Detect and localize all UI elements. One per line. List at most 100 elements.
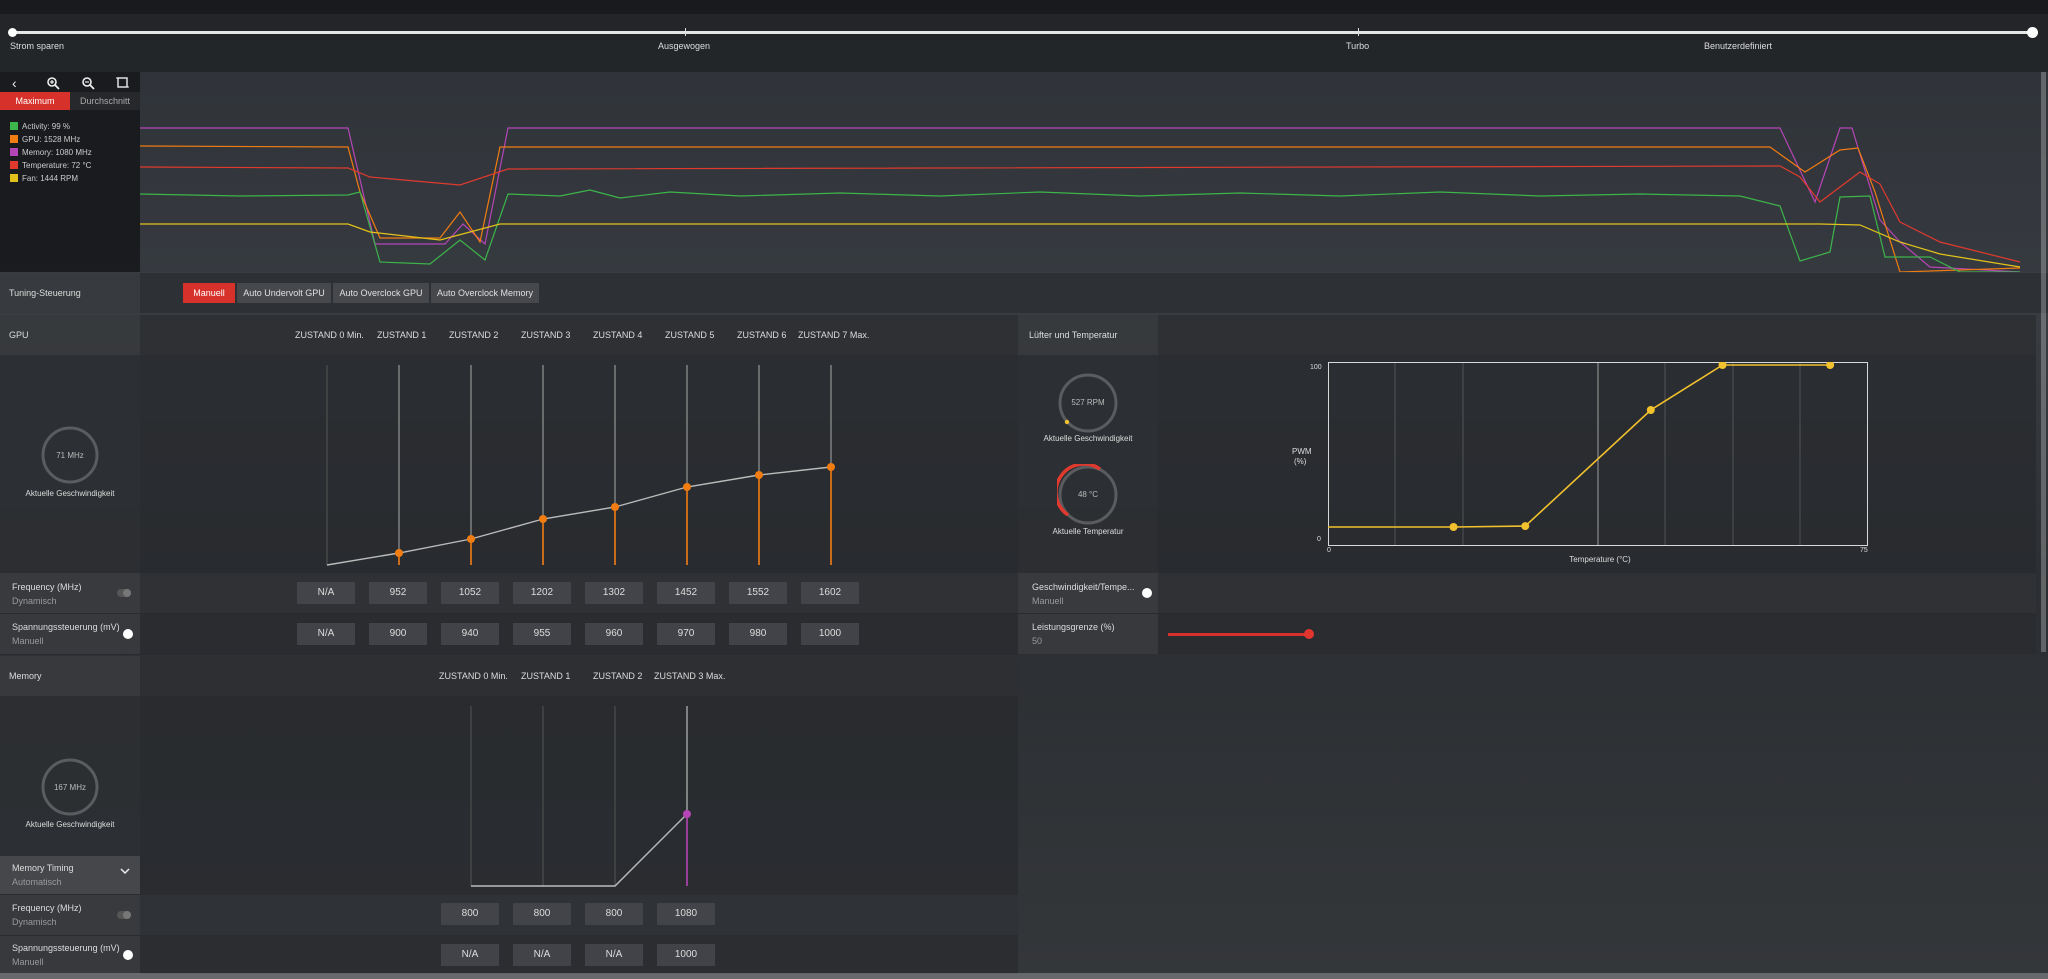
tab-maximum[interactable]: Maximum: [0, 92, 70, 110]
checkbox-icon[interactable]: [10, 174, 18, 182]
gpu-frequency-value-5[interactable]: 1452: [657, 582, 715, 604]
checkbox-icon[interactable]: [10, 161, 18, 169]
gpu-frequency-value-4[interactable]: 1302: [585, 582, 643, 604]
fan-header-row: [1158, 315, 2036, 355]
legend-label: Fan: 1444 RPM: [22, 174, 79, 183]
memory-state-curve[interactable]: [140, 696, 880, 896]
fan-speed-value: 527 RPM: [1071, 398, 1105, 407]
power-limit-slider-track[interactable]: [1168, 633, 1308, 636]
power-limit-label: Leistungsgrenze (%): [1032, 622, 1115, 632]
legend-activity[interactable]: Activity: 99 %: [10, 122, 70, 131]
chevron-down-icon[interactable]: [120, 867, 130, 878]
gpu-state-curve[interactable]: [140, 355, 880, 573]
profile-slider-track[interactable]: [12, 31, 2032, 34]
legend-temperature[interactable]: Temperature: 72 °C: [10, 161, 91, 170]
tuning-manuell-button[interactable]: Manuell: [183, 283, 235, 303]
gpu-voltage-label-cell: [0, 614, 140, 654]
legend-fan[interactable]: Fan: 1444 RPM: [10, 174, 78, 183]
memory-frequency-value-3[interactable]: 1080: [657, 903, 715, 925]
gpu-frequency-value-7[interactable]: 1602: [801, 582, 859, 604]
gpu-state-1-header: ZUSTAND 1: [377, 330, 427, 340]
zoom-in-icon[interactable]: [46, 76, 60, 93]
checkbox-icon[interactable]: [10, 135, 18, 143]
gpu-voltage-value-0[interactable]: N/A: [297, 623, 355, 645]
gpu-frequency-value-2[interactable]: 1052: [441, 582, 499, 604]
tuning-auto-overclock-gpu-button[interactable]: Auto Overclock GPU: [333, 283, 429, 303]
top-strip: [0, 0, 2048, 14]
memory-state-2-header: ZUSTAND 2: [593, 671, 643, 681]
fan-curve-point-2: [1521, 522, 1530, 531]
fan-speed-label: Aktuelle Geschwindigkeit: [1043, 434, 1133, 443]
profile-benutzerdefiniert[interactable]: Benutzerdefiniert: [1704, 41, 1772, 51]
memory-timing-row[interactable]: [0, 856, 140, 894]
gpu-state-5-header: ZUSTAND 5: [665, 330, 715, 340]
memory-voltage-toggle[interactable]: [123, 950, 133, 960]
memory-frequency-value-2[interactable]: 800: [585, 903, 643, 925]
zoom-out-icon[interactable]: [81, 76, 95, 93]
tuning-auto-undervolt-gpu-button[interactable]: Auto Undervolt GPU: [237, 283, 331, 303]
profile-turbo[interactable]: Turbo: [1346, 41, 1369, 51]
gpu-voltage-value-3[interactable]: 955: [513, 623, 571, 645]
memory-voltage-value-3[interactable]: 1000: [657, 944, 715, 966]
gpu-header-row: [140, 315, 1018, 355]
gpu-voltage-value-5[interactable]: 970: [657, 623, 715, 645]
profile-slider-start[interactable]: [8, 28, 17, 37]
memory-frequency-value-1[interactable]: 800: [513, 903, 571, 925]
gpu-state-7-handle: [827, 463, 835, 471]
legend-gpu[interactable]: GPU: 1528 MHz: [10, 135, 80, 144]
gpu-state-6-header: ZUSTAND 6: [737, 330, 787, 340]
legend-label: Activity: 99 %: [22, 122, 71, 131]
memory-voltage-sub: Manuell: [12, 957, 44, 967]
power-limit-slider-handle[interactable]: [1304, 629, 1314, 639]
memory-frequency-toggle[interactable]: [117, 911, 131, 919]
memory-voltage-label-cell: [0, 936, 140, 974]
gpu-voltage-value-4[interactable]: 960: [585, 623, 643, 645]
gpu-voltage-row: [0, 614, 1018, 654]
temperature-line: [140, 165, 2021, 263]
gpu-voltage-value-6[interactable]: 980: [729, 623, 787, 645]
memory-voltage-value-0[interactable]: N/A: [441, 944, 499, 966]
gpu-voltage-value-2[interactable]: 940: [441, 623, 499, 645]
tuning-auto-overclock-memory-button[interactable]: Auto Overclock Memory: [431, 283, 539, 303]
gpu-voltage-value-1[interactable]: 900: [369, 623, 427, 645]
memory-state-1-header: ZUSTAND 1: [521, 671, 571, 681]
gpu-title: GPU: [9, 330, 29, 340]
monitor-chart: [140, 127, 2021, 272]
checkbox-icon[interactable]: [10, 122, 18, 130]
memory-frequency-value-0[interactable]: 800: [441, 903, 499, 925]
back-icon[interactable]: ‹: [12, 75, 17, 91]
memory-gauge-value: 167 MHz: [53, 783, 86, 792]
memory-title: Memory: [9, 671, 42, 681]
profile-slider-handle[interactable]: [2027, 27, 2038, 38]
legend-memory[interactable]: Memory: 1080 MHz: [10, 148, 92, 157]
profile-strom-sparen[interactable]: Strom sparen: [10, 41, 64, 51]
fan-chart-ymax: 100: [1310, 364, 1322, 371]
gpu-frequency-toggle[interactable]: [117, 589, 131, 597]
gpu-state-6-handle: [755, 471, 763, 479]
memory-voltage-value-1[interactable]: N/A: [513, 944, 571, 966]
gpu-frequency-row: [0, 573, 1018, 613]
fan-curve-chart[interactable]: [1328, 362, 1868, 546]
gpu-frequency-value-0[interactable]: N/A: [297, 582, 355, 604]
scrollbar[interactable]: [2041, 72, 2046, 652]
memory-voltage-value-2[interactable]: N/A: [585, 944, 643, 966]
gpu-state-5-handle: [683, 483, 691, 491]
gpu-voltage-value-7[interactable]: 1000: [801, 623, 859, 645]
tab-durchschnitt[interactable]: Durchschnitt: [70, 92, 140, 110]
toggle-knob: [123, 589, 131, 597]
gpu-frequency-value-3[interactable]: 1202: [513, 582, 571, 604]
gpu-frequency-value-6[interactable]: 1552: [729, 582, 787, 604]
fan-curve-point-5: [1826, 362, 1835, 369]
memory-header-row: [140, 656, 1018, 696]
gpu-frequency-value-1[interactable]: 952: [369, 582, 427, 604]
speed-temp-toggle[interactable]: [1142, 588, 1152, 598]
memory-state-0-header: ZUSTAND 0 Min.: [439, 671, 508, 681]
speed-temp-row: [1018, 573, 2036, 613]
gpu-voltage-toggle[interactable]: [123, 629, 133, 639]
checkbox-icon[interactable]: [10, 148, 18, 156]
profile-ausgewogen[interactable]: Ausgewogen: [658, 41, 710, 51]
gpu-gauge-value: 71 MHz: [56, 451, 84, 460]
memory-voltage-row: [0, 936, 1018, 974]
fan-chart-xlabel: Temperature (°C): [1569, 555, 1631, 564]
reset-zoom-icon[interactable]: [116, 76, 129, 92]
